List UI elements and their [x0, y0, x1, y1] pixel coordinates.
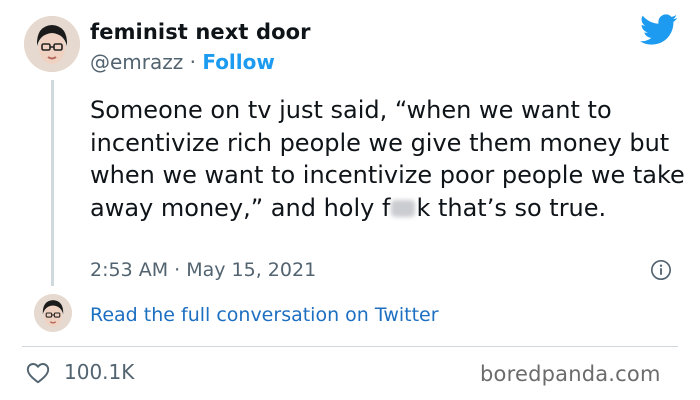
timestamp-separator: ·: [168, 259, 187, 281]
boredpanda-watermark: boredpanda.com: [480, 362, 661, 386]
thread-connector-line: [51, 80, 54, 286]
author-handle[interactable]: @emrazz: [90, 50, 183, 74]
tweet-text-part-2: k that’s so true.: [416, 193, 607, 222]
handle-separator: ·: [183, 50, 203, 74]
tweet-text: Someone on tv just said, “when we want t…: [90, 94, 685, 224]
tweet-time: 2:53 AM: [90, 259, 169, 281]
divider: [22, 346, 678, 347]
author-handle-row: @emrazz · Follow: [90, 50, 275, 74]
reply-avatar[interactable]: [34, 294, 72, 332]
tweet-date: May 15, 2021: [186, 259, 317, 281]
heart-icon[interactable]: [26, 362, 50, 384]
author-display-name[interactable]: feminist next door: [90, 20, 311, 44]
author-avatar[interactable]: [24, 16, 80, 72]
tweet-timestamp[interactable]: 2:53 AM · May 15, 2021: [90, 259, 316, 281]
follow-button[interactable]: Follow: [202, 50, 275, 74]
read-full-conversation-link[interactable]: Read the full conversation on Twitter: [90, 304, 439, 326]
twitter-bird-icon[interactable]: [640, 14, 678, 46]
info-icon[interactable]: [650, 259, 672, 281]
censor-blur: [391, 199, 416, 217]
like-count[interactable]: 100.1K: [64, 360, 134, 384]
